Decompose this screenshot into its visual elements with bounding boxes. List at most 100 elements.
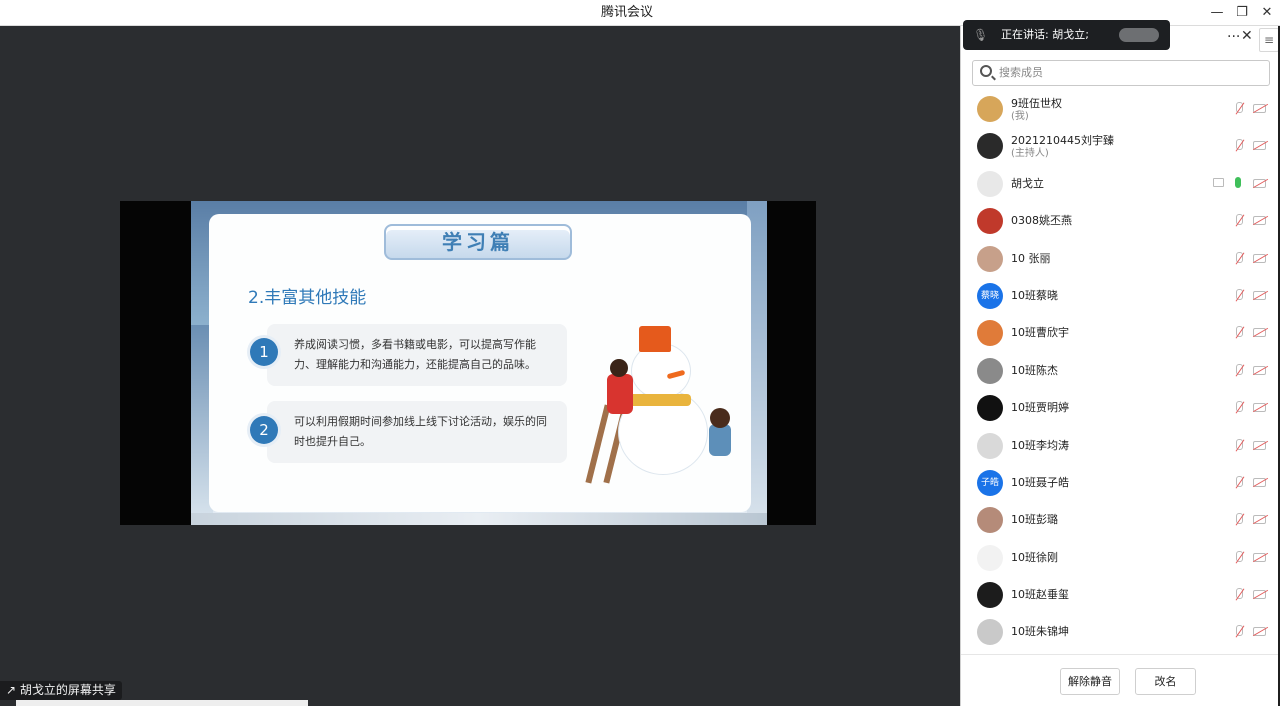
screen-share-label: 胡戈立的屏幕共享 [19,683,116,697]
speaking-label: 正在讲话: 胡戈立; [1001,28,1089,41]
camera-off-icon[interactable] [1253,627,1266,637]
member-name: 10班曹欣宇 [1011,326,1069,340]
member-name: 10班赵垂玺 [1011,588,1069,602]
member-name: 10班聂子皓 [1011,475,1069,489]
more-options-icon[interactable]: ··· [1227,29,1240,45]
speaker-avatar-blur [1119,28,1159,42]
member-name: 10班李均涛 [1011,438,1069,452]
microphone-icon: 🎙 [973,28,989,42]
mic-muted-icon[interactable] [1233,625,1243,638]
camera-off-icon[interactable] [1253,403,1266,413]
member-row[interactable]: 10班曹欣宇 [961,314,1280,351]
avatar [977,357,1003,384]
mic-on-icon[interactable] [1235,176,1241,188]
panel-footer: 解除静音 改名 [961,654,1280,706]
mic-muted-icon[interactable] [1233,214,1243,227]
restore-button[interactable]: ❐ [1229,0,1255,26]
meeting-window: 腾讯会议 — ❐ ✕ › 学习篇 2.丰富其他技能 养成阅读习惯，多看书籍或电影… [0,0,1280,706]
member-name: 0308姚丕燕 [1011,214,1072,228]
mic-muted-icon[interactable] [1233,326,1243,339]
child-illustration [607,374,633,414]
member-row[interactable]: 10班李均涛 [961,427,1280,464]
point-number-badge: 2 [250,416,278,444]
camera-off-icon[interactable] [1253,440,1266,450]
camera-off-icon[interactable] [1253,216,1266,226]
avatar [977,395,1003,422]
mic-muted-icon[interactable] [1233,401,1243,414]
member-row[interactable]: 0308姚丕燕 [961,202,1280,239]
member-row[interactable]: 10班朱锦坤 [961,613,1280,650]
speaking-indicator: 🎙 正在讲话: 胡戈立; [963,20,1170,50]
member-row[interactable]: 10班赵垂玺 [961,576,1280,613]
screen-share-icon [1213,177,1224,187]
camera-off-icon[interactable] [1253,141,1266,151]
member-name: 10班陈杰 [1011,363,1058,377]
member-row[interactable]: 子皓 10班聂子皓 [961,464,1280,501]
avatar [977,507,1003,534]
minimize-button[interactable]: — [1204,0,1230,26]
child-illustration [709,424,731,456]
mic-muted-icon[interactable] [1233,475,1243,489]
mic-muted-icon[interactable] [1233,288,1243,302]
slide-banner: 学习篇 [384,224,572,260]
avatar: 子皓 [977,469,1003,496]
member-row[interactable]: 2021210445刘宇臻 (主持人) [961,127,1280,164]
taskbar-strip [16,700,308,706]
scarf-illustration [629,394,691,406]
camera-off-icon[interactable] [1253,104,1266,113]
slide-point-2: 可以利用假期时间参加线上线下讨论活动，娱乐的同时也提升自己。 [267,401,567,463]
camera-off-icon[interactable] [1253,178,1266,188]
camera-off-icon[interactable] [1253,290,1266,300]
avatar [977,582,1003,609]
child-head-illustration [710,408,730,428]
member-row[interactable]: 蔡晓 10班蔡晓 [961,277,1280,314]
slide-card: 学习篇 2.丰富其他技能 养成阅读习惯，多看书籍或电影，可以提高写作能力、理解能… [209,214,751,512]
share-icon: ↗ [6,683,17,697]
member-row[interactable]: 胡戈立 [961,165,1280,202]
search-icon [980,65,992,77]
avatar [977,170,1003,197]
camera-off-icon[interactable] [1253,590,1266,600]
member-row[interactable]: 10班贾明婷 [961,389,1280,426]
member-row[interactable]: 10班徐刚 [961,539,1280,576]
mic-muted-icon[interactable] [1233,588,1243,601]
shared-screen-area: › 学习篇 2.丰富其他技能 养成阅读习惯，多看书籍或电影，可以提高写作能力、理… [0,26,960,706]
mic-muted-icon[interactable] [1233,251,1243,265]
camera-off-icon[interactable] [1253,552,1266,562]
member-name: 10班彭璐 [1011,513,1058,527]
member-row[interactable]: 10班彭璐 [961,501,1280,538]
member-row[interactable]: 9班伍世权 (我) [961,90,1280,127]
point-number-badge: 1 [250,338,278,366]
camera-off-icon[interactable] [1253,515,1266,525]
member-search[interactable]: 搜索成员 [972,60,1270,86]
avatar [977,320,1003,347]
mic-muted-icon[interactable] [1233,550,1243,564]
member-row[interactable]: 10班陈杰 [961,352,1280,389]
member-row[interactable]: 10 张丽 [961,240,1280,277]
panel-menu-icon[interactable]: ≡ [1259,28,1279,52]
slide-point-text: 可以利用假期时间参加线上线下讨论活动，娱乐的同时也提升自己。 [294,415,547,448]
camera-off-icon[interactable] [1253,365,1266,375]
member-list: 9班伍世权 (我) 2021210445刘宇臻 (主持人) 胡戈立 0308姚丕燕 10 张… [961,90,1280,651]
member-role: (我) [1011,111,1029,122]
member-name: 10班贾明婷 [1011,401,1069,415]
mic-muted-icon[interactable] [1233,363,1243,377]
child-head-illustration [610,359,628,377]
mic-muted-icon[interactable] [1233,102,1243,115]
search-placeholder: 搜索成员 [999,66,1043,79]
avatar [977,432,1003,459]
presentation-slide: 学习篇 2.丰富其他技能 养成阅读习惯，多看书籍或电影，可以提高写作能力、理解能… [191,201,767,525]
mic-muted-icon[interactable] [1233,513,1243,526]
close-window-button[interactable]: ✕ [1254,0,1280,26]
camera-off-icon[interactable] [1253,477,1266,487]
member-name: 10班蔡晓 [1011,288,1058,302]
avatar [977,208,1003,235]
mic-muted-icon[interactable] [1233,139,1243,152]
camera-off-icon[interactable] [1253,253,1266,263]
shared-screen-frame: 学习篇 2.丰富其他技能 养成阅读习惯，多看书籍或电影，可以提高写作能力、理解能… [120,201,816,525]
mic-muted-icon[interactable] [1233,438,1243,452]
camera-off-icon[interactable] [1253,328,1266,338]
close-panel-icon[interactable]: ✕ [1241,28,1253,44]
unmute-all-button[interactable]: 解除静音 [1060,668,1120,695]
rename-button[interactable]: 改名 [1135,668,1196,695]
